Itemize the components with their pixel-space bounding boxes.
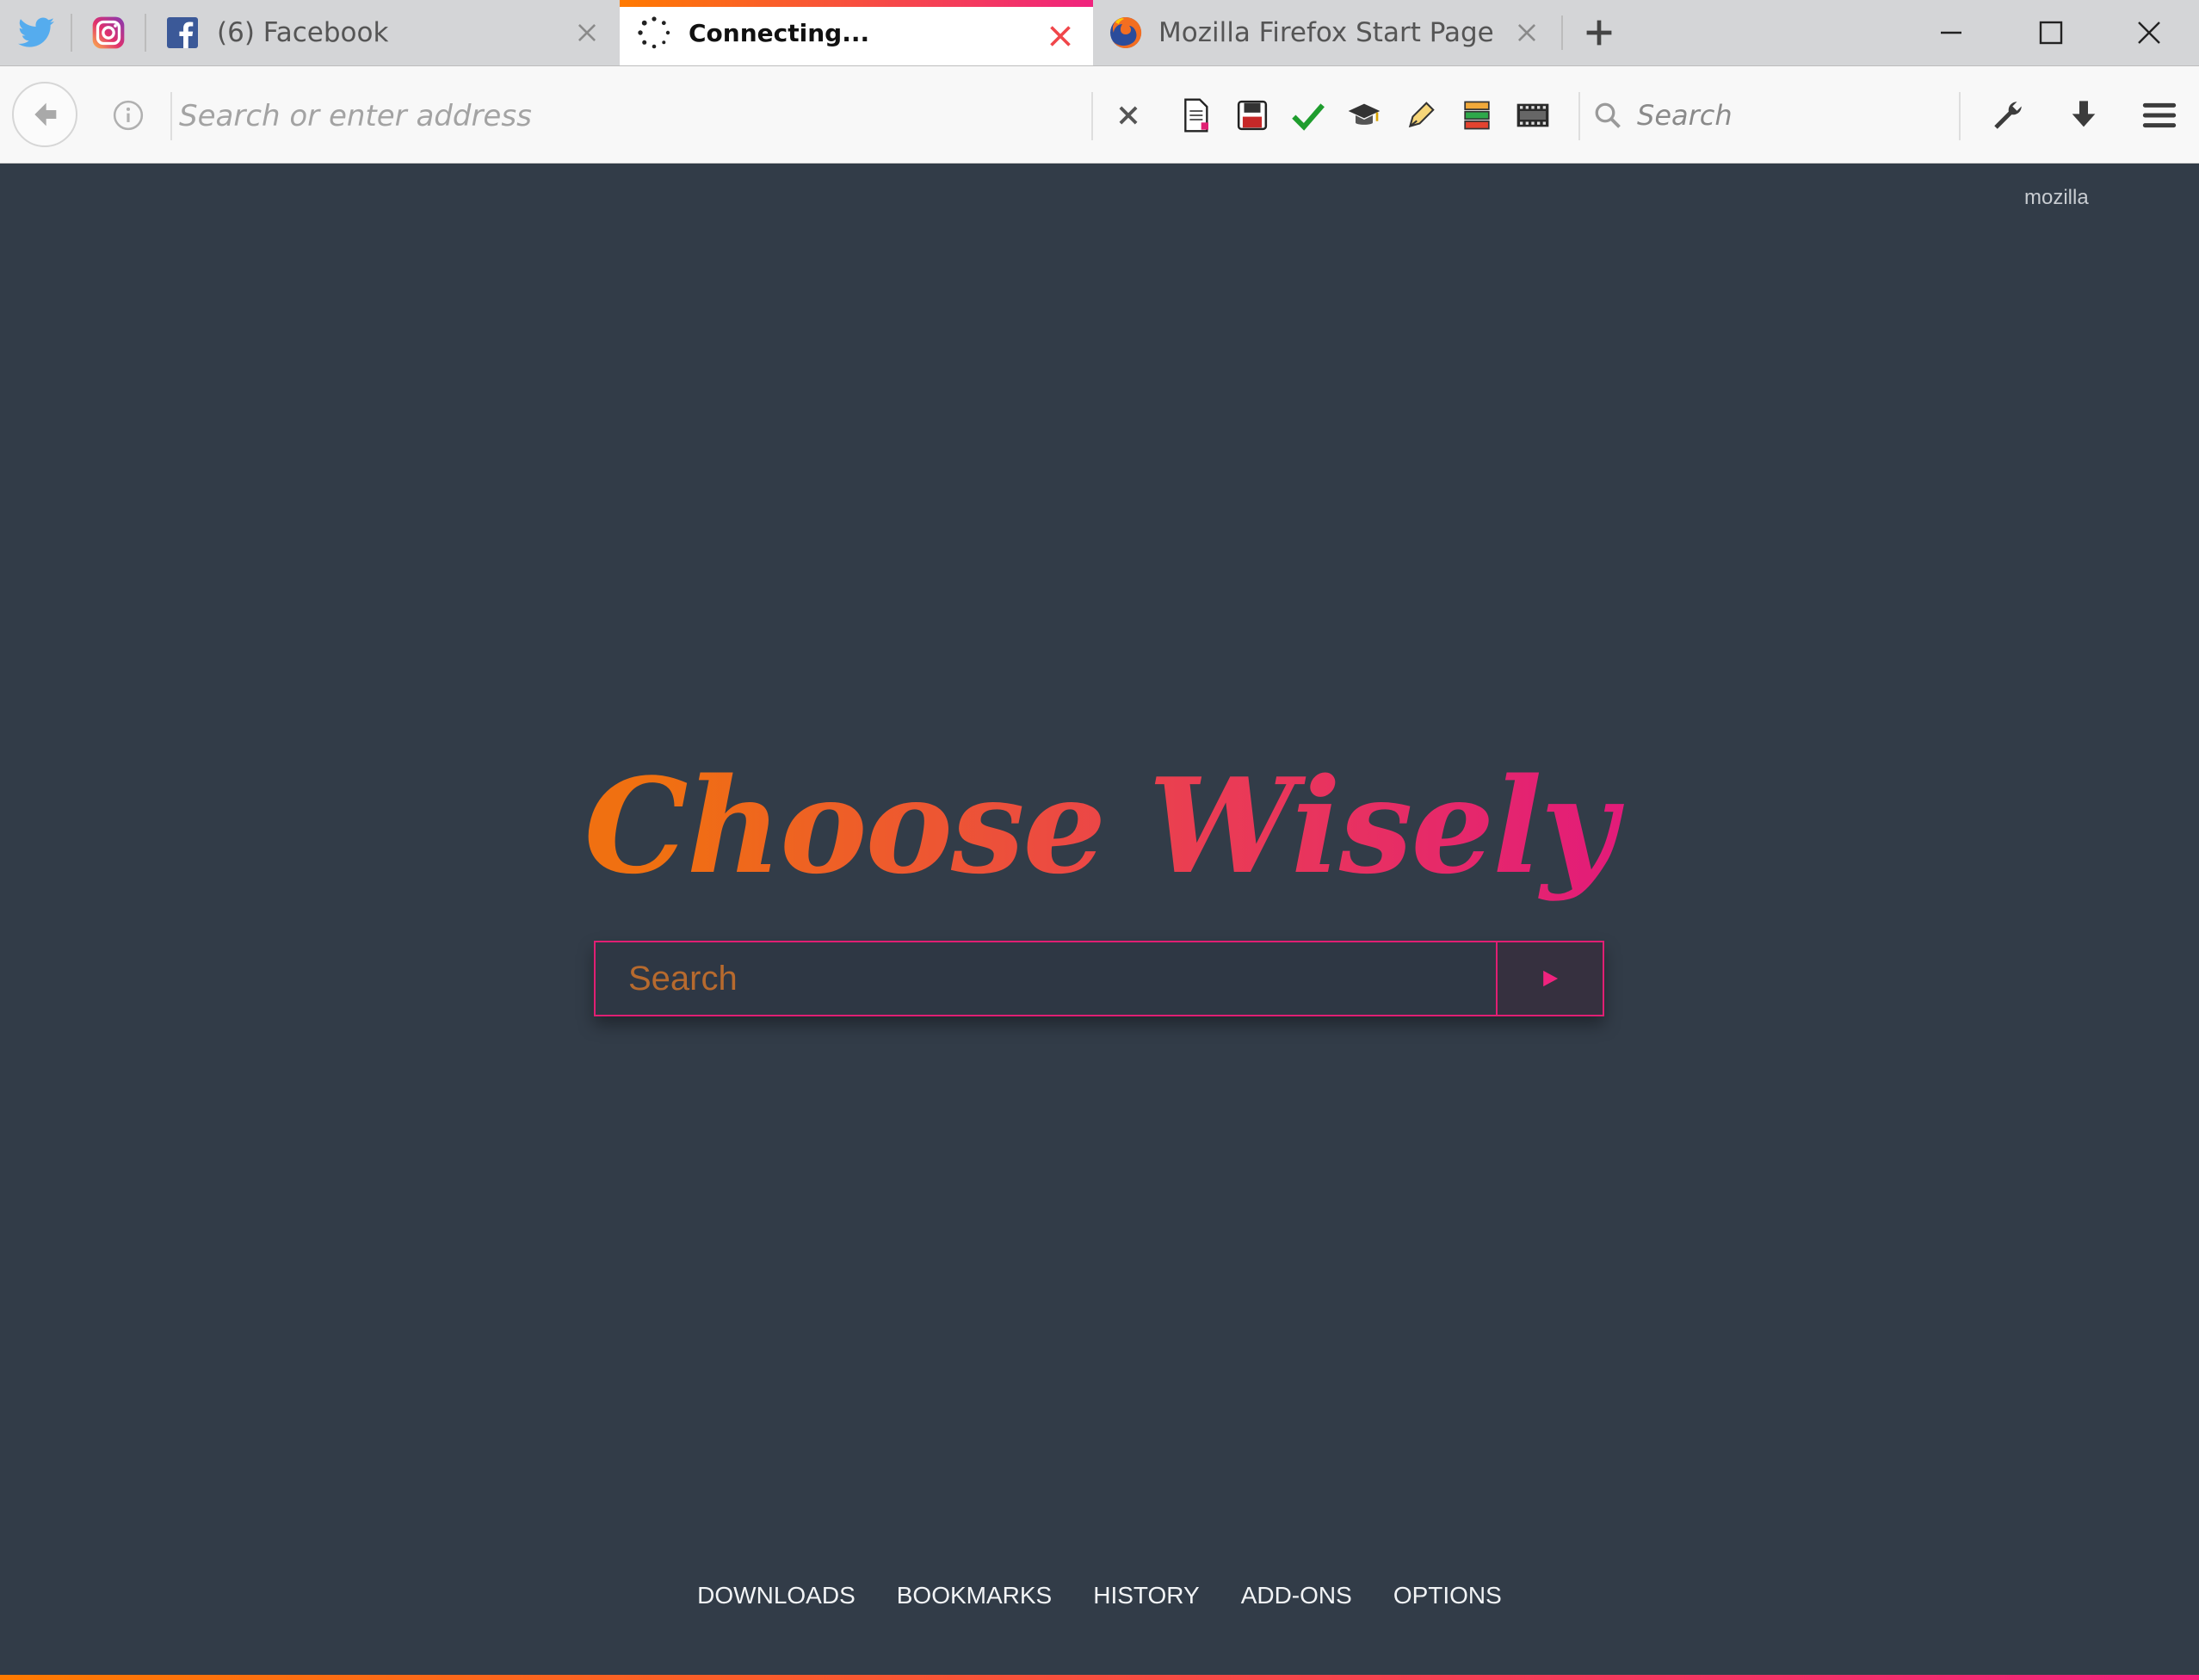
back-button[interactable]: [12, 82, 77, 147]
new-document-icon: [1184, 98, 1208, 133]
graduation-cap-icon: [1348, 103, 1381, 125]
tab-label: (6) Facebook: [217, 17, 389, 48]
pinned-tab-instagram[interactable]: [72, 0, 145, 65]
stop-icon: [1119, 106, 1138, 125]
minimize-icon: [1941, 31, 1961, 34]
save-icon: [1237, 100, 1268, 131]
tab-divider: [1561, 15, 1563, 50]
twitter-icon: [18, 17, 54, 47]
navigation-toolbar: [0, 66, 2199, 164]
film-button[interactable]: [1513, 96, 1553, 135]
tab-label: Connecting...: [689, 18, 870, 47]
footer-link-options[interactable]: OPTIONS: [1393, 1582, 1502, 1609]
toolbar-divider: [1959, 92, 1961, 140]
info-icon: [113, 100, 144, 131]
toolbar-divider: [1578, 92, 1580, 140]
maximize-icon: [2039, 21, 2063, 45]
hero-title: Choose Wisely: [0, 749, 2199, 903]
search-input[interactable]: [1635, 98, 1949, 133]
save-button[interactable]: [1232, 96, 1272, 135]
close-icon: [2138, 22, 2160, 44]
pinned-tab-twitter[interactable]: [0, 0, 72, 65]
footer-link-addons[interactable]: ADD-ONS: [1241, 1582, 1352, 1609]
firefox-icon: [1109, 15, 1143, 50]
academic-button[interactable]: [1344, 96, 1384, 135]
active-tab-indicator: [620, 0, 1093, 7]
search-submit-button[interactable]: [1496, 942, 1603, 1015]
close-tab-icon[interactable]: [570, 15, 604, 50]
bottom-accent-bar: [0, 1675, 2199, 1680]
stop-button[interactable]: [1109, 96, 1148, 135]
tab-label: Mozilla Firefox Start Page: [1158, 17, 1494, 48]
tab-connecting[interactable]: Connecting...: [620, 0, 1093, 65]
maximize-button[interactable]: [2004, 0, 2098, 65]
close-tab-icon[interactable]: [1510, 15, 1544, 50]
new-document-button[interactable]: [1176, 96, 1215, 135]
film-icon: [1516, 103, 1549, 127]
checkmark-icon: [1292, 103, 1325, 131]
downloads-button[interactable]: [2064, 96, 2103, 135]
new-tab-button[interactable]: [1577, 10, 1621, 55]
instagram-icon: [92, 16, 125, 49]
tab-divider: [145, 14, 146, 52]
close-tab-icon[interactable]: [1043, 19, 1078, 53]
main-menu-button[interactable]: [2140, 96, 2179, 135]
footer-link-bookmarks[interactable]: BOOKMARKS: [897, 1582, 1052, 1609]
footer-link-history[interactable]: HISTORY: [1093, 1582, 1199, 1609]
page-search-form: [594, 941, 1604, 1016]
web-search-box[interactable]: [1592, 89, 1954, 142]
loading-spinner-icon: [637, 15, 671, 50]
pen-button[interactable]: [1401, 96, 1441, 135]
play-arrow-icon: [1543, 970, 1559, 987]
pen-icon: [1408, 102, 1435, 128]
toolbar-divider: [170, 92, 172, 140]
search-icon: [1595, 102, 1621, 128]
site-info-button[interactable]: [110, 97, 146, 133]
check-button[interactable]: [1288, 96, 1328, 135]
address-bar[interactable]: [177, 90, 1093, 142]
tools-button[interactable]: [1988, 96, 2028, 135]
page-search-input[interactable]: [596, 942, 1498, 1015]
wrench-icon: [1994, 102, 2022, 129]
tab-facebook[interactable]: (6) Facebook: [148, 0, 620, 65]
minimize-button[interactable]: [1904, 0, 1998, 65]
plus-icon: [1586, 20, 1612, 46]
menu-icon: [2142, 102, 2177, 128]
mozilla-link[interactable]: mozilla: [2024, 186, 2089, 210]
facebook-icon: [165, 15, 200, 50]
toolbar-divider: [1091, 92, 1093, 140]
stack-button[interactable]: [1457, 96, 1497, 135]
footer-links: DOWNLOADS BOOKMARKS HISTORY ADD-ONS OPTI…: [0, 1582, 2199, 1609]
tab-firefox-start[interactable]: Mozilla Firefox Start Page: [1093, 0, 1560, 65]
close-window-button[interactable]: [2102, 0, 2196, 65]
tab-strip: (6) Facebook Connecting... Mozilla Firef…: [0, 0, 2199, 66]
stack-icon: [1464, 101, 1490, 130]
back-arrow-icon: [34, 102, 57, 127]
download-icon: [2072, 101, 2096, 127]
footer-link-downloads[interactable]: DOWNLOADS: [697, 1582, 856, 1609]
